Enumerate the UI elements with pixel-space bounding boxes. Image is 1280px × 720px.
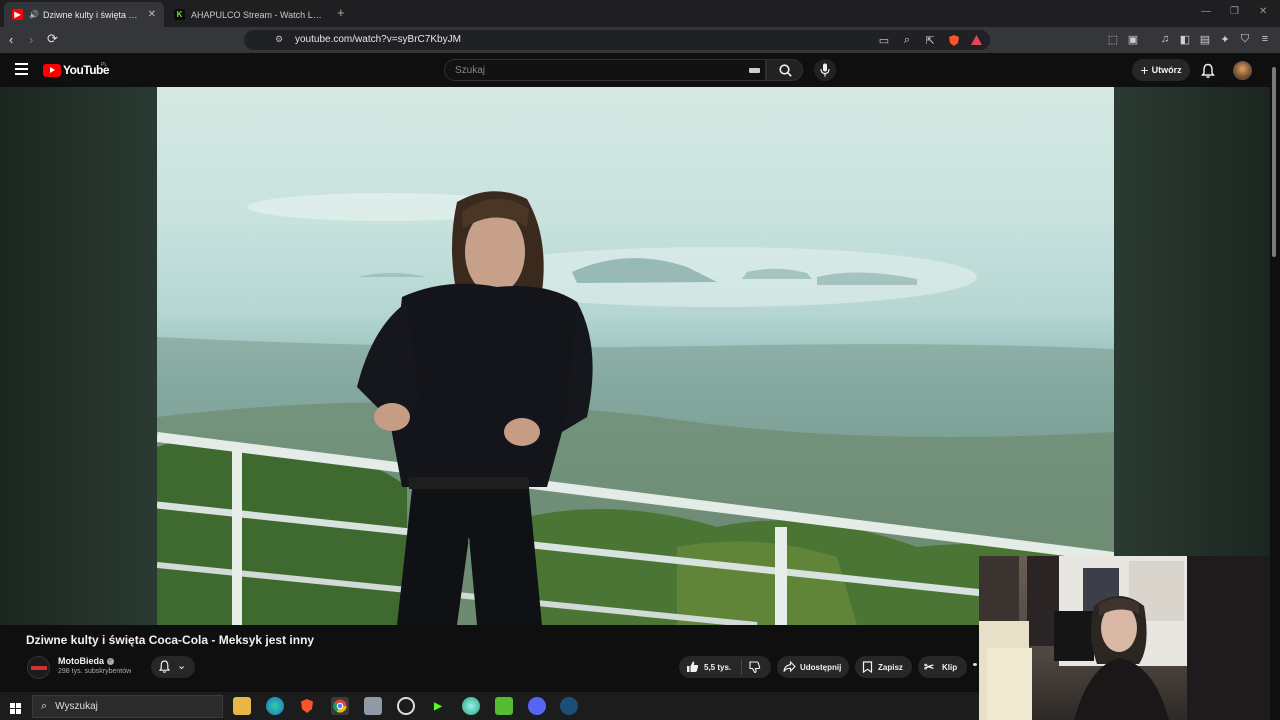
thumbs-up-icon <box>687 661 699 672</box>
minimize-window-icon[interactable]: — <box>1201 6 1211 17</box>
youtube-logo[interactable]: YouTube PL <box>43 62 110 77</box>
brave-browser-icon[interactable] <box>298 697 316 715</box>
restore-window-icon[interactable]: ❐ <box>1230 6 1239 17</box>
scissors-icon: ✂ <box>924 660 935 674</box>
tab-kick-stream[interactable]: K AHAPULCO Stream - Watch Live on K <box>166 2 330 27</box>
voice-search-button[interactable] <box>814 59 836 81</box>
video-title: Dziwne kulty i święta Coca-Cola - Meksyk… <box>26 633 315 647</box>
app-globe-icon[interactable] <box>462 697 480 715</box>
video-frame-image <box>157 191 1114 625</box>
search-icon <box>779 64 792 77</box>
subscription-notifications-button[interactable]: ⌄ <box>151 656 195 678</box>
page-scrollbar[interactable] <box>1270 61 1278 661</box>
channel-avatar[interactable] <box>27 656 50 679</box>
webcam-feed-image <box>979 556 1270 720</box>
search-placeholder: Szukaj <box>455 65 486 76</box>
forward-arrow-icon[interactable]: › <box>29 32 33 48</box>
address-bar[interactable]: ⚙ youtube.com/watch?v=syBrC7KbyJM ▭ ⌕ ⇱ <box>244 30 990 50</box>
tab-title: AHAPULCO Stream - Watch Live on K <box>191 9 322 20</box>
scrollbar-thumb[interactable] <box>1272 67 1276 257</box>
close-window-icon[interactable]: ✕ <box>1259 6 1267 17</box>
back-arrow-icon[interactable]: ‹ <box>9 32 13 48</box>
kick-favicon-icon: K <box>174 9 185 20</box>
dislike-button[interactable] <box>748 661 761 676</box>
webcam-overlay <box>979 556 1270 720</box>
like-divider <box>741 659 742 675</box>
chevron-down-icon: ⌄ <box>177 660 187 672</box>
taskbar-search-placeholder: Wyszukaj <box>55 701 98 712</box>
close-tab-icon[interactable]: ✕ <box>148 9 156 20</box>
thumbs-down-icon <box>749 661 761 674</box>
hamburger-menu-icon[interactable] <box>15 63 28 75</box>
share-button[interactable]: Udostępnij <box>777 656 849 678</box>
keyboard-icon[interactable] <box>749 68 760 73</box>
reload-icon[interactable]: ⟳ <box>47 31 58 47</box>
save-label: Zapisz <box>878 663 903 672</box>
verified-check-icon: ✓ <box>107 658 114 665</box>
leo-ai-icon[interactable]: ✦ <box>1218 32 1232 46</box>
brave-rewards-icon[interactable] <box>969 33 983 47</box>
vpn-shield-icon[interactable]: ⛉ <box>1238 32 1252 46</box>
youtube-play-logo-icon <box>43 63 61 77</box>
like-button[interactable] <box>686 660 699 675</box>
browser-menu-icon[interactable]: ≡ <box>1258 32 1272 46</box>
search-button[interactable] <box>766 59 803 81</box>
wallet-icon[interactable]: ▤ <box>1198 32 1212 46</box>
extensions-icon[interactable]: ⬚ <box>1106 32 1120 46</box>
microphone-icon <box>820 63 830 77</box>
share-page-icon[interactable]: ⇱ <box>923 33 937 47</box>
tab-youtube-video[interactable]: ▶ 🔊 Dziwne kulty i święta Coca-Co ✕ <box>4 2 164 27</box>
plus-icon: + <box>1140 62 1149 78</box>
user-avatar[interactable] <box>1233 61 1252 80</box>
chrome-browser-icon[interactable] <box>331 697 349 715</box>
search-icon: ⌕ <box>41 700 48 712</box>
clip-label: Klip <box>942 663 958 672</box>
subscriber-count: 298 tys. subskrybentów <box>58 668 132 675</box>
like-count: 5,5 tys. <box>704 663 732 672</box>
edge-browser-icon[interactable] <box>266 697 284 715</box>
clip-button[interactable]: ✂ Klip <box>918 656 967 678</box>
steam-icon[interactable] <box>560 697 578 715</box>
youtube-favicon-icon: ▶ <box>12 9 23 20</box>
country-code: PL <box>101 62 108 68</box>
new-tab-button[interactable]: + <box>337 5 345 20</box>
youtube-masthead: YouTube PL Szukaj + Utwórz <box>0 53 1280 87</box>
browser-toolbar: ‹ › ⟳ ⚙ youtube.com/watch?v=syBrC7KbyJM … <box>0 27 1280 53</box>
tab-title: Dziwne kulty i święta Coca-Co <box>42 9 142 20</box>
discord-icon[interactable] <box>528 697 546 715</box>
search-input[interactable]: Szukaj <box>444 59 766 81</box>
app-window-icon[interactable] <box>364 697 382 715</box>
file-explorer-icon[interactable] <box>233 697 251 715</box>
url-text: youtube.com/watch?v=syBrC7KbyJM <box>295 34 461 45</box>
notifications-bell-icon[interactable] <box>1200 63 1216 79</box>
browser-tab-strip: ▶ 🔊 Dziwne kulty i święta Coca-Co ✕ K AH… <box>0 0 1280 27</box>
cast-icon[interactable]: ▭ <box>877 33 891 47</box>
more-actions-icon[interactable] <box>973 663 977 666</box>
video-player[interactable] <box>157 87 1114 625</box>
zoom-icon[interactable]: ⌕ <box>900 33 914 47</box>
share-label: Udostępnij <box>800 663 842 672</box>
share-arrow-icon <box>783 661 796 673</box>
like-dislike-group: 5,5 tys. <box>679 656 771 678</box>
media-player-icon[interactable]: ▶ <box>429 697 447 715</box>
create-label: Utwórz <box>1151 65 1182 75</box>
save-playlist-icon <box>862 661 873 673</box>
windows-taskbar: ⌕ Wyszukaj ▶ <box>0 692 979 720</box>
screenshot-extension-icon[interactable]: ▣ <box>1126 32 1140 46</box>
chat-app-icon[interactable] <box>495 697 513 715</box>
media-control-icon[interactable]: ♫ <box>1158 32 1172 46</box>
windows-start-icon[interactable] <box>10 701 21 714</box>
create-button[interactable]: + Utwórz <box>1132 59 1190 81</box>
save-button[interactable]: Zapisz <box>855 656 912 678</box>
audio-playing-icon: 🔊 <box>29 10 39 19</box>
channel-name[interactable]: MotoBieda <box>58 656 104 666</box>
sidebar-toggle-icon[interactable]: ◧ <box>1178 32 1192 46</box>
brave-shields-icon[interactable] <box>947 33 961 47</box>
obs-studio-icon[interactable] <box>397 697 415 715</box>
site-info-icon[interactable]: ⚙ <box>275 34 283 45</box>
bell-icon <box>158 660 171 673</box>
taskbar-search-input[interactable]: ⌕ Wyszukaj <box>32 695 223 718</box>
